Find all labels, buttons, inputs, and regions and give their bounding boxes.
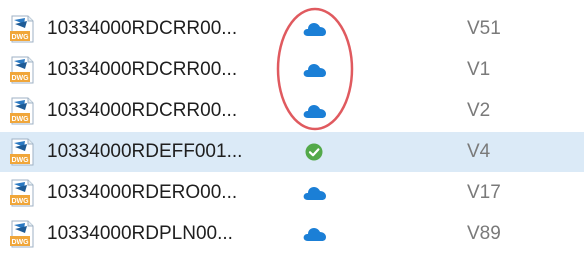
file-row[interactable]: DWG 10334000RDERO00... V17 bbox=[0, 173, 584, 213]
file-name: 10334000RDPLN00... bbox=[47, 223, 233, 244]
cloud-icon bbox=[301, 224, 329, 244]
dwg-file-icon-label: DWG bbox=[11, 75, 29, 82]
dwg-file-icon: DWG bbox=[9, 179, 35, 207]
dwg-file-icon-label: DWG bbox=[11, 157, 29, 164]
cloud-icon bbox=[301, 19, 329, 39]
file-name: 10334000RDCRR00... bbox=[47, 59, 238, 80]
cloud-icon bbox=[301, 101, 329, 121]
dwg-file-icon: DWG bbox=[9, 138, 35, 166]
version-label: V17 bbox=[467, 182, 501, 203]
file-name: 10334000RDERO00... bbox=[47, 182, 238, 203]
file-row[interactable]: DWG 10334000RDCRR00... V51 bbox=[0, 9, 584, 49]
dwg-file-icon-label: DWG bbox=[11, 239, 29, 246]
file-row[interactable]: DWG 10334000RDEFF001... V4 bbox=[0, 132, 584, 172]
dwg-file-icon-label: DWG bbox=[11, 116, 29, 123]
version-label: V1 bbox=[467, 59, 491, 80]
file-name: 10334000RDCRR00... bbox=[47, 100, 238, 121]
dwg-file-icon: DWG bbox=[9, 15, 35, 43]
file-list: DWG 10334000RDCRR00... V51 DWG 10334000RDCRR… bbox=[0, 0, 584, 256]
dwg-file-icon: DWG bbox=[9, 97, 35, 125]
version-label: V89 bbox=[467, 223, 501, 244]
file-name: 10334000RDCRR00... bbox=[47, 18, 238, 39]
file-row[interactable]: DWG 10334000RDPLN00... V89 bbox=[0, 214, 584, 254]
file-name: 10334000RDEFF001... bbox=[47, 141, 243, 162]
file-row[interactable]: DWG 10334000RDCRR00... V2 bbox=[0, 91, 584, 131]
cloud-icon bbox=[301, 60, 329, 80]
dwg-file-icon: DWG bbox=[9, 56, 35, 84]
version-label: V2 bbox=[467, 100, 491, 121]
check-circle-icon bbox=[301, 142, 329, 162]
dwg-file-icon-label: DWG bbox=[11, 198, 29, 205]
version-label: V51 bbox=[467, 18, 501, 39]
version-label: V4 bbox=[467, 141, 491, 162]
file-row[interactable]: DWG 10334000RDCRR00... V1 bbox=[0, 50, 584, 90]
dwg-file-icon: DWG bbox=[9, 220, 35, 248]
cloud-icon bbox=[301, 183, 329, 203]
dwg-file-icon-label: DWG bbox=[11, 34, 29, 41]
